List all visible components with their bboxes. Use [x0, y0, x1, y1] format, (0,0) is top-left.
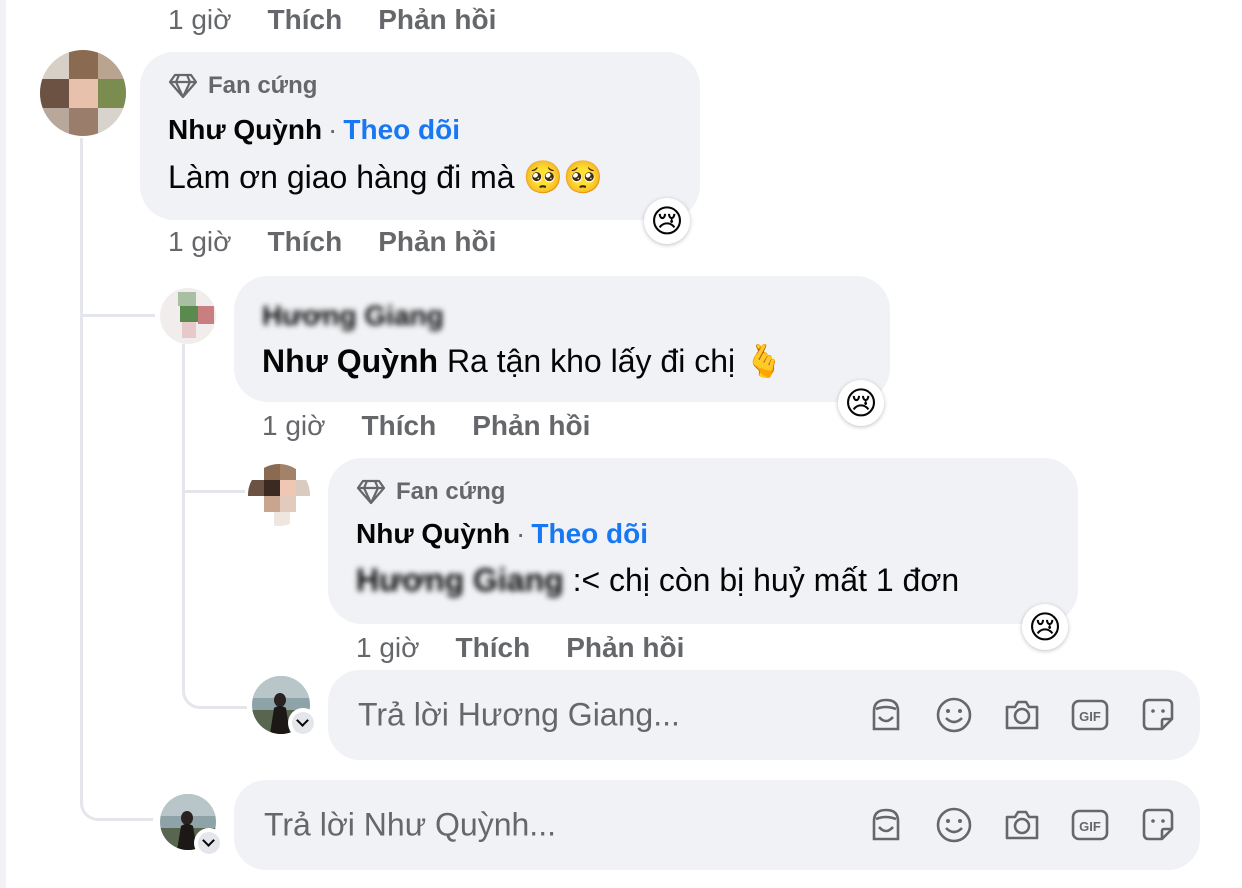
comment-text: Làm ơn giao hàng đi mà 🥺🥺 — [168, 159, 604, 195]
gif-icon[interactable]: GIF — [1070, 805, 1110, 845]
reply-body: Ra tận kho lấy đi chị 🫰 — [446, 343, 784, 379]
fan-badge: Fan cứng — [356, 478, 505, 506]
reply-input-placeholder[interactable]: Trả lời Hương Giang... — [358, 697, 680, 734]
reply-bubble-1 — [234, 276, 890, 402]
camera-icon[interactable] — [1002, 695, 1042, 735]
mention[interactable]: Hương Giang — [356, 562, 564, 599]
avatar-replier-2[interactable] — [248, 464, 310, 526]
reply-button[interactable]: Phản hồi — [378, 226, 496, 257]
reply-input-1[interactable]: Trả lời Hương Giang... GIF — [328, 670, 1200, 760]
reply-actions-1: 1 giờ Thích Phản hồi — [262, 410, 626, 442]
comment-time[interactable]: 1 giờ — [168, 4, 232, 35]
diamond-icon — [356, 479, 386, 505]
sad-reaction-icon: 😢 — [650, 203, 684, 239]
thread-line-inner — [182, 344, 247, 709]
separator-dot: · — [328, 114, 338, 145]
reply-button[interactable]: Phản hồi — [566, 632, 684, 663]
reply-author-line: Như Quỳnh · Theo dõi — [356, 518, 648, 550]
avatar-replier-1[interactable] — [160, 288, 216, 344]
comment-time[interactable]: 1 giờ — [168, 226, 232, 257]
avatar-sticker-icon[interactable] — [866, 695, 906, 735]
like-button[interactable]: Thích — [362, 410, 437, 441]
reply-button[interactable]: Phản hồi — [378, 4, 496, 35]
like-button[interactable]: Thích — [268, 226, 343, 257]
author-name[interactable]: Như Quỳnh — [168, 114, 322, 145]
follow-link[interactable]: Theo dõi — [343, 114, 460, 145]
like-button[interactable]: Thích — [268, 4, 343, 35]
reaction-badge[interactable]: 😢 — [644, 198, 690, 244]
composer-tools: GIF — [866, 695, 1178, 735]
reaction-badge[interactable]: 😢 — [1022, 604, 1068, 650]
avatar-commenter-1[interactable] — [40, 50, 126, 136]
reply-input-2[interactable]: Trả lời Như Quỳnh... GIF — [234, 780, 1200, 870]
comment-actions-1: 1 giờ Thích Phản hồi — [168, 226, 532, 258]
mention[interactable]: Như Quỳnh — [262, 343, 438, 379]
reply-text: Như Quỳnh Ra tận kho lấy đi chị 🫰 — [262, 342, 784, 380]
author-name[interactable]: Như Quỳnh — [356, 518, 510, 549]
comment-time[interactable]: 1 giờ — [262, 410, 326, 441]
account-switch-chevron-icon[interactable] — [196, 830, 222, 856]
fan-badge: Fan cứng — [168, 72, 317, 100]
reaction-badge[interactable]: 😢 — [838, 380, 884, 426]
svg-text:GIF: GIF — [1079, 709, 1101, 724]
camera-icon[interactable] — [1002, 805, 1042, 845]
comment-time[interactable]: 1 giờ — [356, 632, 420, 663]
sticker-icon[interactable] — [1138, 695, 1178, 735]
reply-author[interactable]: Hương Giang — [262, 300, 444, 332]
badge-label: Fan cứng — [396, 478, 506, 505]
thread-line-outer — [80, 138, 153, 821]
like-button[interactable]: Thích — [456, 632, 531, 663]
emoji-icon[interactable] — [934, 805, 974, 845]
comment-author-line: Như Quỳnh · Theo dõi — [168, 114, 460, 146]
follow-link[interactable]: Theo dõi — [531, 518, 648, 549]
svg-text:GIF: GIF — [1079, 819, 1101, 834]
reply-button[interactable]: Phản hồi — [472, 410, 590, 441]
gif-icon[interactable]: GIF — [1070, 695, 1110, 735]
top-comment-actions: 1 giờ Thích Phản hồi — [168, 4, 532, 36]
separator-dot: · — [516, 518, 526, 549]
thread-branch-reply2 — [185, 490, 245, 493]
thread-branch-reply1 — [83, 314, 155, 317]
reply-text: Hương Giang :< chị còn bị huỷ mất 1 đơn — [356, 562, 959, 599]
reply-body: :< chị còn bị huỷ mất 1 đơn — [572, 562, 960, 598]
sad-reaction-icon: 😢 — [1028, 609, 1062, 645]
diamond-icon — [168, 73, 198, 99]
account-switch-chevron-icon[interactable] — [290, 710, 316, 736]
sticker-icon[interactable] — [1138, 805, 1178, 845]
reply-input-placeholder[interactable]: Trả lời Như Quỳnh... — [264, 807, 556, 844]
sad-reaction-icon: 😢 — [844, 385, 878, 421]
avatar-sticker-icon[interactable] — [866, 805, 906, 845]
badge-label: Fan cứng — [208, 72, 318, 99]
emoji-icon[interactable] — [934, 695, 974, 735]
composer-tools: GIF — [866, 805, 1178, 845]
left-edge — [0, 0, 6, 888]
reply-actions-2: 1 giờ Thích Phản hồi — [356, 632, 720, 664]
